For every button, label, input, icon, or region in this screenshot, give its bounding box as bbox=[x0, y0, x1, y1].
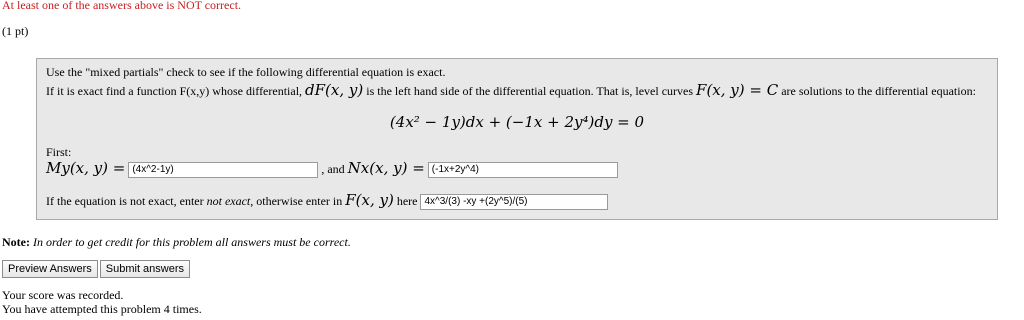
and-label: , and bbox=[321, 162, 345, 176]
final-text-c: here bbox=[396, 194, 418, 208]
points-label: (1 pt) bbox=[2, 24, 29, 38]
note-text: In order to get credit for this problem … bbox=[32, 235, 351, 249]
nx-label: Nx(x, y) = bbox=[347, 159, 425, 177]
note: Note: In order to get credit for this pr… bbox=[2, 235, 351, 250]
final-text-italic: not exact, bbox=[206, 194, 254, 208]
attempts-status: You have attempted this problem 4 times. bbox=[2, 302, 202, 316]
action-buttons: Preview Answers Submit answers bbox=[2, 260, 191, 278]
partials-row: My(x, y) = (4x^2-1y) , and Nx(x, y) = (-… bbox=[46, 159, 618, 179]
problem-panel: Use the "mixed partials" check to see if… bbox=[36, 58, 998, 220]
instruction-text-c: are solutions to the differential equati… bbox=[781, 84, 976, 98]
instruction-line-1: Use the "mixed partials" check to see if… bbox=[46, 65, 446, 79]
final-answer-row: If the equation is not exact, enter not … bbox=[46, 191, 609, 211]
note-label: Note: bbox=[2, 235, 30, 249]
f-input[interactable]: 4x^3/(3) -xy +(2y^5)/(5) bbox=[420, 194, 609, 211]
math-dF: dF(x, y) bbox=[305, 81, 364, 99]
submit-answers-button[interactable]: Submit answers bbox=[99, 260, 191, 278]
final-text-b: otherwise enter in bbox=[256, 194, 343, 208]
warning-message: At least one of the answers above is NOT… bbox=[2, 0, 242, 12]
math-F: F(x, y) bbox=[345, 191, 394, 209]
final-text-a: If the equation is not exact, enter bbox=[46, 194, 204, 208]
my-input[interactable]: (4x^2-1y) bbox=[128, 162, 319, 179]
instruction-text-a: If it is exact find a function F(x,y) wh… bbox=[46, 84, 303, 98]
preview-answers-button[interactable]: Preview Answers bbox=[2, 260, 98, 278]
instruction-text-b: is the left hand side of the differentia… bbox=[366, 84, 694, 98]
differential-equation: (4x² − 1y)dx + (−1x + 2y⁴)dy = 0 bbox=[389, 113, 645, 131]
math-level-curve: F(x, y) = C bbox=[696, 81, 779, 99]
instruction-line-2: If it is exact find a function F(x,y) wh… bbox=[46, 81, 976, 99]
my-label: My(x, y) = bbox=[46, 159, 126, 177]
nx-input[interactable]: (-1x+2y^4) bbox=[427, 162, 618, 179]
score-status: Your score was recorded. bbox=[2, 288, 124, 302]
first-label: First: bbox=[46, 145, 72, 159]
